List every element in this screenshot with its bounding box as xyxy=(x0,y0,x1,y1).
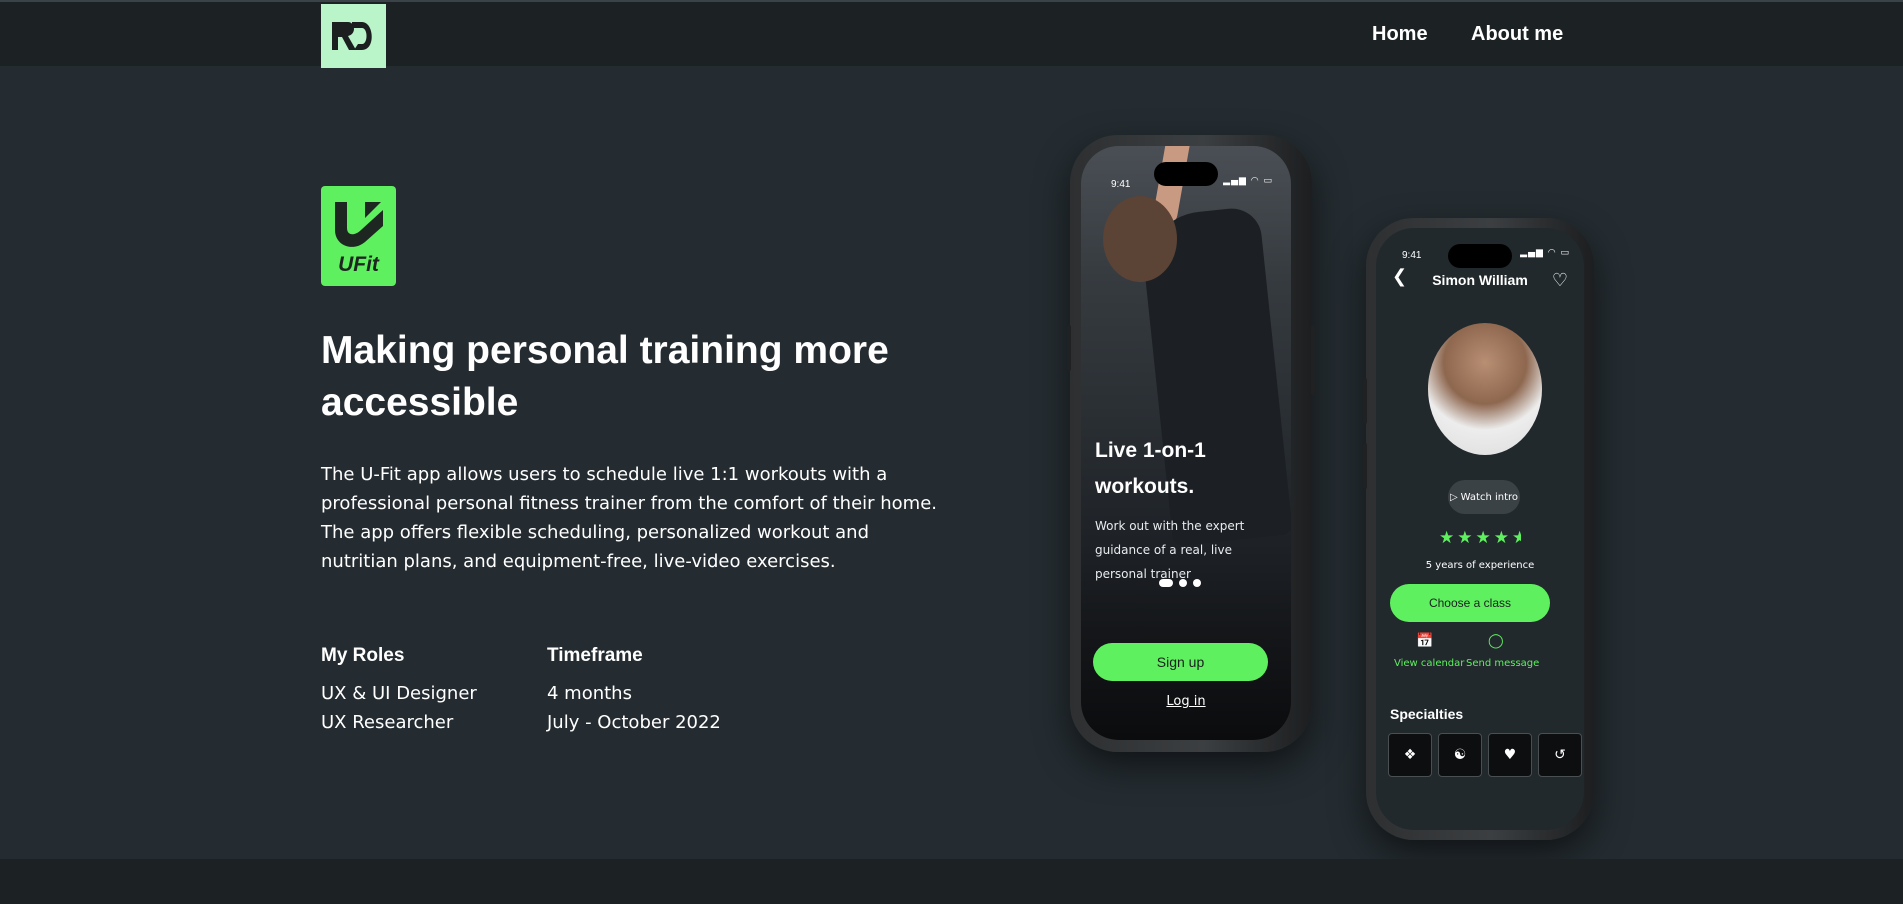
experience-text: 5 years of experience xyxy=(1425,560,1535,571)
dynamic-island xyxy=(1448,244,1512,268)
status-time: 9:41 xyxy=(1111,179,1131,190)
project-description: The U-Fit app allows users to schedule l… xyxy=(321,464,938,572)
heartbeat-icon[interactable]: ♥ xyxy=(1488,733,1532,777)
stretch-icon[interactable]: ↺ xyxy=(1538,733,1582,777)
choose-class-button[interactable]: Choose a class xyxy=(1390,584,1550,622)
timeframe-item: 4 months xyxy=(547,683,632,704)
nav-home-link[interactable]: Home xyxy=(1372,23,1428,46)
trainer-avatar xyxy=(1428,323,1542,455)
onboarding-headline: Live 1-on-1 workouts. xyxy=(1095,439,1206,498)
message-icon[interactable]: ◯ xyxy=(1488,633,1504,649)
footer-band xyxy=(0,859,1903,904)
watch-intro-label: Watch intro xyxy=(1460,491,1519,503)
phone-mockup-onboarding: 9:41 ▂▄▆ ◠ ▭ Live 1-on-1 workouts. Work … xyxy=(1067,135,1315,752)
ufit-app-icon: UFit xyxy=(321,186,396,286)
carousel-dot[interactable] xyxy=(1193,579,1201,587)
trainer-profile-screen: 9:41 ▂▄▆ ◠ ▭ ❮ Simon William ♡ ▷ Watch i… xyxy=(1376,228,1584,830)
ufit-icon-label: UFit xyxy=(338,253,379,276)
calendar-icon[interactable]: 📅 xyxy=(1416,633,1433,649)
signup-button[interactable]: Sign up xyxy=(1093,643,1268,681)
site-logo[interactable] xyxy=(321,4,386,68)
top-navbar: Home About me xyxy=(0,0,1903,68)
status-time: 9:41 xyxy=(1402,250,1422,261)
view-calendar-link[interactable]: View calendar xyxy=(1394,658,1464,669)
dumbbell-icon[interactable]: ❖ xyxy=(1388,733,1432,777)
send-message-link[interactable]: Send message xyxy=(1466,658,1539,669)
phone-side-button xyxy=(1311,325,1315,395)
page-headline: Making personal training more accessible xyxy=(321,329,889,424)
rd-logo-icon xyxy=(331,22,372,50)
role-item: UX Researcher xyxy=(321,712,454,733)
carousel-dot[interactable] xyxy=(1179,579,1187,587)
role-item: UX & UI Designer xyxy=(321,683,477,704)
onboarding-subtext: Work out with the expert guidance of a r… xyxy=(1095,519,1245,581)
specialties-heading: Specialties xyxy=(1390,706,1464,722)
ufit-mark-icon xyxy=(335,202,383,247)
nav-about-link[interactable]: About me xyxy=(1471,23,1563,46)
timeframe-heading: Timeframe xyxy=(547,645,643,666)
star-rating: ★★★★★ xyxy=(1439,528,1521,548)
carousel-dot-active[interactable] xyxy=(1159,579,1173,587)
phone-side-button xyxy=(1363,443,1367,489)
status-icons: ▂▄▆ ◠ ▭ xyxy=(1520,248,1570,258)
play-icon: ▷ xyxy=(1449,491,1458,503)
phone-mockup-trainer-profile: 9:41 ▂▄▆ ◠ ▭ ❮ Simon William ♡ ▷ Watch i… xyxy=(1363,218,1594,840)
dynamic-island xyxy=(1154,162,1218,186)
login-link[interactable]: Log in xyxy=(1081,694,1291,709)
timeframe-item: July - October 2022 xyxy=(547,712,721,733)
phone-side-button xyxy=(1363,378,1367,424)
trainee-photo xyxy=(1103,196,1177,282)
watch-intro-button[interactable]: ▷ Watch intro xyxy=(1448,480,1520,514)
phone-side-button xyxy=(1067,325,1071,371)
onboarding-screen: 9:41 ▂▄▆ ◠ ▭ Live 1-on-1 workouts. Work … xyxy=(1081,146,1291,740)
head-icon[interactable]: ☯ xyxy=(1438,733,1482,777)
roles-heading: My Roles xyxy=(321,645,405,666)
status-icons: ▂▄▆ ◠ ▭ xyxy=(1223,176,1273,186)
heart-icon[interactable]: ♡ xyxy=(1552,270,1568,291)
